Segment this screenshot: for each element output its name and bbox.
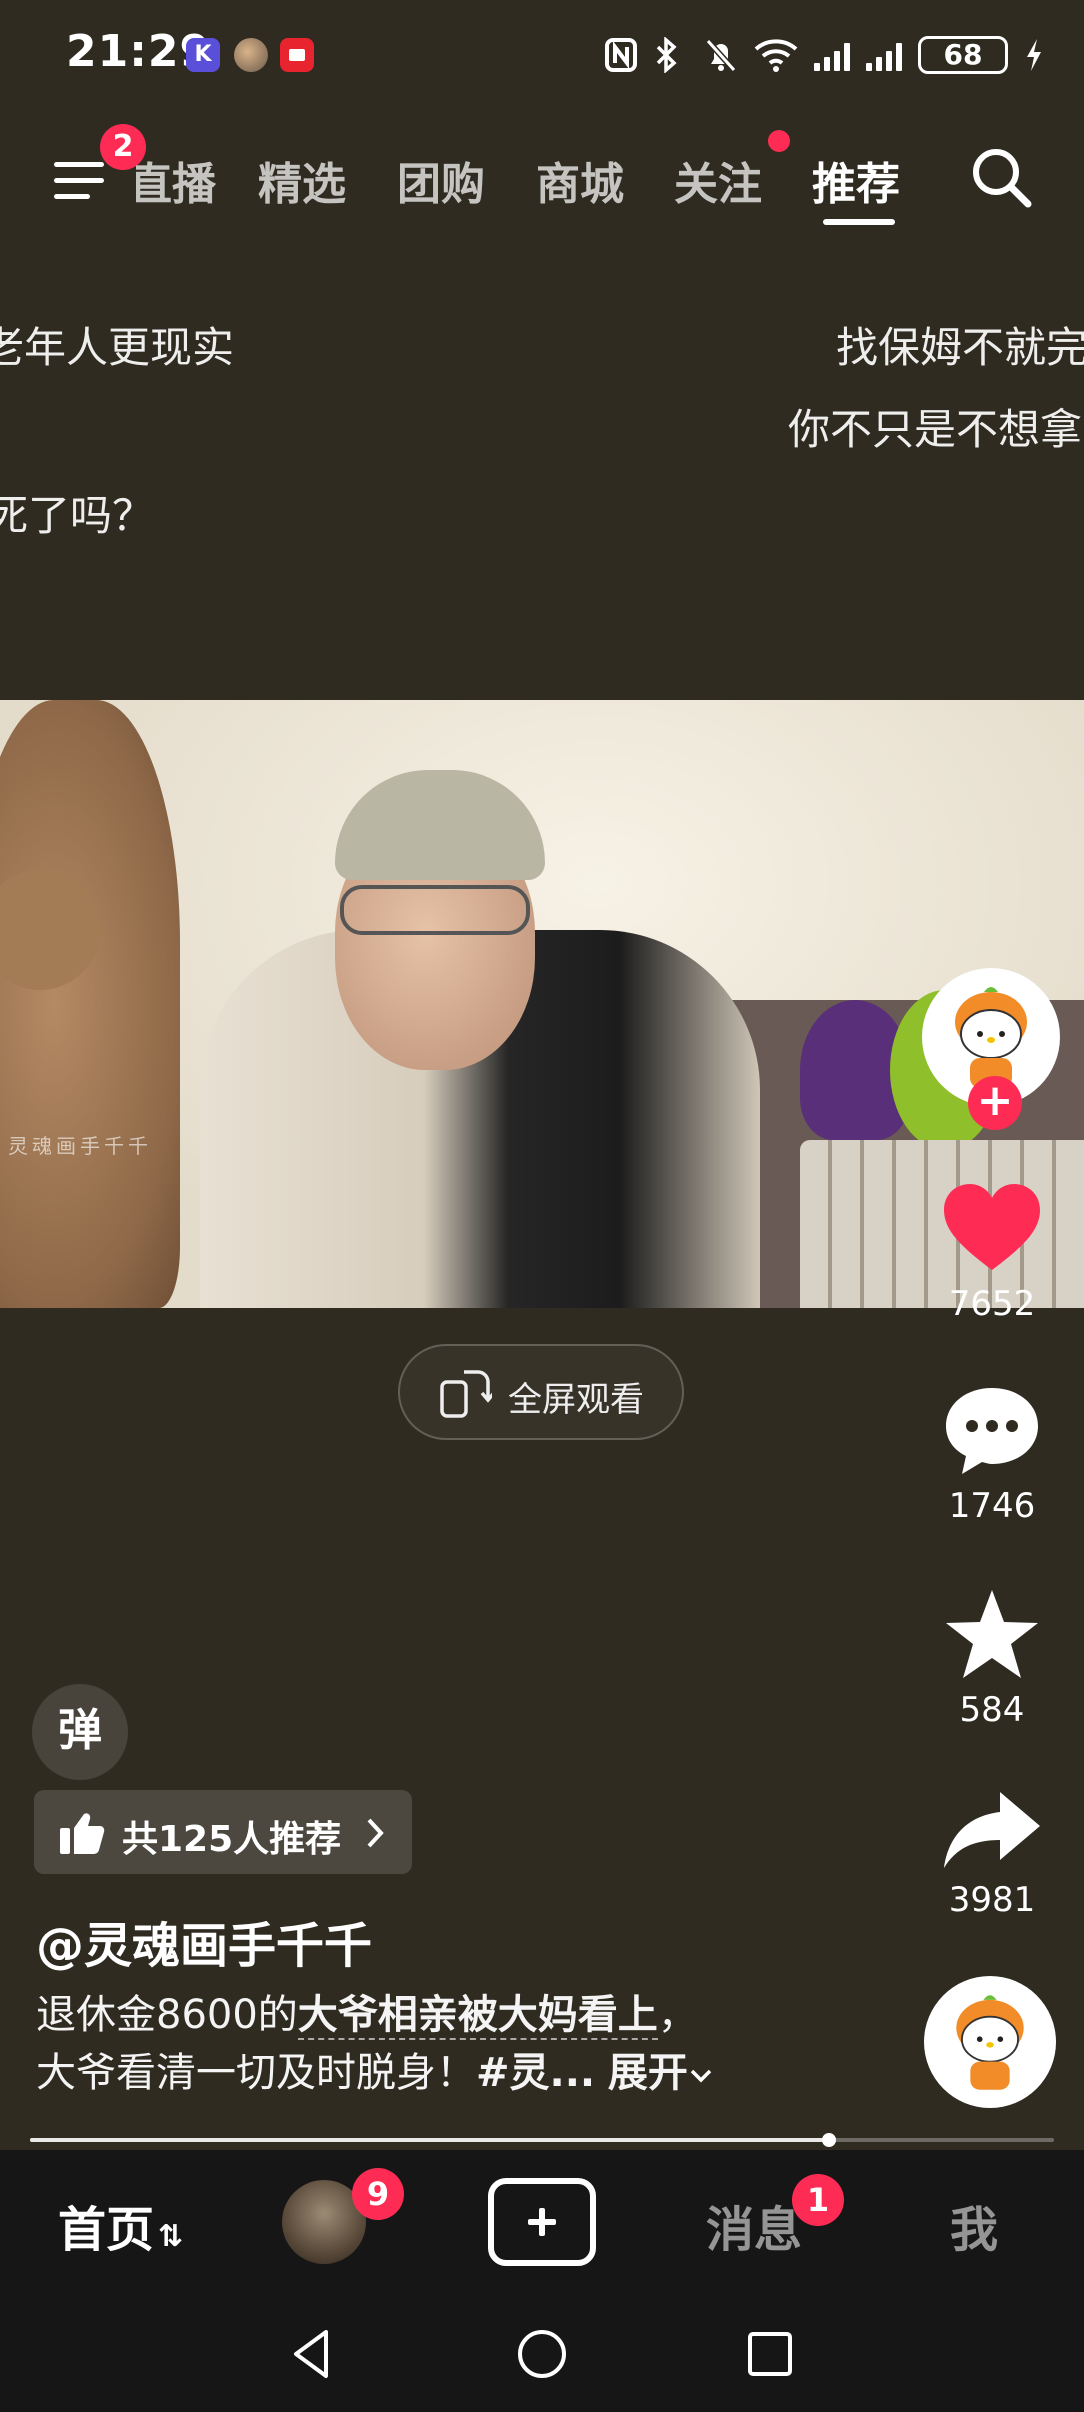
red-app-notification-icon xyxy=(280,38,314,72)
rotate-screen-icon xyxy=(440,1370,492,1418)
wifi-icon xyxy=(754,37,798,73)
share-count: 3981 xyxy=(948,1880,1036,1920)
caption-text: 大爷看清一切及时脱身！ xyxy=(36,2050,476,2096)
tab-recommend[interactable]: 推荐 xyxy=(812,148,900,212)
charging-icon xyxy=(1024,37,1044,73)
teddy-bear xyxy=(0,700,180,1308)
app-k-notification-icon: K xyxy=(186,38,220,72)
video-caption[interactable]: 退休金8600的大爷相亲被大妈看上， 大爷看清一切及时脱身！#灵... 展开 xyxy=(36,1986,916,2102)
video-watermark: 灵魂画手千千 xyxy=(8,1134,152,1158)
nfc-icon xyxy=(604,37,638,73)
progress-fill xyxy=(30,2138,829,2142)
signal-2-icon xyxy=(866,39,902,71)
progress-knob[interactable] xyxy=(821,2133,836,2147)
avatar-cartoon-icon xyxy=(956,1995,1024,2090)
fullscreen-button[interactable]: 全屏观看 xyxy=(398,1344,684,1440)
follow-button[interactable]: + xyxy=(968,1076,1022,1130)
chevron-down-icon xyxy=(690,2069,712,2083)
tab-featured[interactable]: 精选 xyxy=(258,148,346,212)
back-triangle-icon xyxy=(294,2330,328,2378)
share-arrow-icon xyxy=(944,1792,1040,1868)
signal-1-icon xyxy=(814,39,850,71)
danmaku-comment: 老年人更现实 xyxy=(0,323,235,372)
expand-caption-button[interactable]: 展开 xyxy=(608,2050,714,2096)
recents-button[interactable] xyxy=(740,2324,800,2384)
video-progress-bar[interactable] xyxy=(30,2133,1054,2147)
person-glasses xyxy=(340,885,530,935)
recommend-count-label: 共125人推荐 xyxy=(122,1819,342,1860)
tab-live[interactable]: 直播 xyxy=(136,148,216,212)
following-dot-badge xyxy=(768,130,790,152)
recents-square-icon xyxy=(748,2332,792,2376)
battery-indicator: 68 xyxy=(918,36,1008,74)
comment-count: 1746 xyxy=(948,1486,1036,1526)
music-disc-avatar[interactable] xyxy=(924,1976,1056,2108)
hashtag-link[interactable]: #灵... xyxy=(476,2050,595,2096)
chevron-right-icon xyxy=(367,1818,384,1848)
home-button[interactable] xyxy=(512,2324,572,2384)
danmaku-toggle-button[interactable]: 弹 xyxy=(32,1684,128,1780)
swap-arrows-icon: ⇅ xyxy=(158,2219,184,2254)
tab-me[interactable]: 我 xyxy=(950,2190,998,2260)
danmaku-comment: 死了吗？ xyxy=(0,491,155,540)
tab-following[interactable]: 关注 xyxy=(674,148,762,212)
bottom-tab-bar: 首页 ⇅ 9 消息 1 我 xyxy=(0,2150,1084,2296)
heart-icon xyxy=(944,1184,1040,1270)
caption-highlight-link[interactable]: 大爷相亲被大妈看上 xyxy=(297,1992,658,2040)
like-count: 7652 xyxy=(948,1284,1036,1324)
comment-bubble-icon xyxy=(946,1388,1038,1474)
danmaku-comment: 找保姆不就完 xyxy=(836,323,1084,372)
search-button[interactable] xyxy=(966,142,1038,214)
caption-text: 退休金8600的 xyxy=(36,1992,298,2038)
fullscreen-label: 全屏观看 xyxy=(508,1380,644,1420)
search-icon xyxy=(973,149,1032,208)
favorite-button[interactable]: 584 xyxy=(930,1586,1054,1730)
like-button[interactable]: 7652 xyxy=(930,1180,1054,1324)
favorite-count: 584 xyxy=(959,1690,1025,1730)
system-icons: 68 xyxy=(604,30,1044,80)
tab-mall[interactable]: 商城 xyxy=(536,148,624,212)
share-button[interactable]: 3981 xyxy=(930,1788,1054,1920)
menu-button[interactable] xyxy=(50,150,110,210)
back-button[interactable] xyxy=(282,2324,342,2384)
video-player[interactable]: 灵魂画手千千 xyxy=(0,700,1084,1308)
system-navigation-bar xyxy=(0,2296,1084,2412)
tab-messages[interactable]: 消息 xyxy=(706,2190,802,2260)
thumbs-up-icon xyxy=(60,1813,105,1854)
friends-badge: 9 xyxy=(352,2168,404,2220)
tab-home[interactable]: 首页 ⇅ xyxy=(58,2190,183,2260)
create-button[interactable] xyxy=(488,2178,596,2266)
danmaku-comment: 你不只是不想拿 xyxy=(788,405,1083,454)
comment-button[interactable]: 1746 xyxy=(930,1384,1054,1526)
tab-group-buy[interactable]: 团购 xyxy=(397,148,485,212)
top-navigation: 2 直播 精选 团购 商城 关注 推荐 xyxy=(0,124,1084,240)
status-bar: 21:29 K 68 xyxy=(0,0,1084,110)
messages-badge: 1 xyxy=(792,2174,844,2226)
star-icon xyxy=(946,1590,1038,1678)
recommend-chip[interactable]: 共125人推荐 xyxy=(34,1790,412,1874)
photo-notification-icon xyxy=(234,38,268,72)
active-tab-indicator xyxy=(823,219,895,225)
author-name[interactable]: @灵魂画手千千 xyxy=(36,1906,372,1976)
mute-bell-icon xyxy=(704,37,738,73)
home-circle-icon xyxy=(518,2330,566,2378)
bluetooth-icon xyxy=(654,36,688,74)
